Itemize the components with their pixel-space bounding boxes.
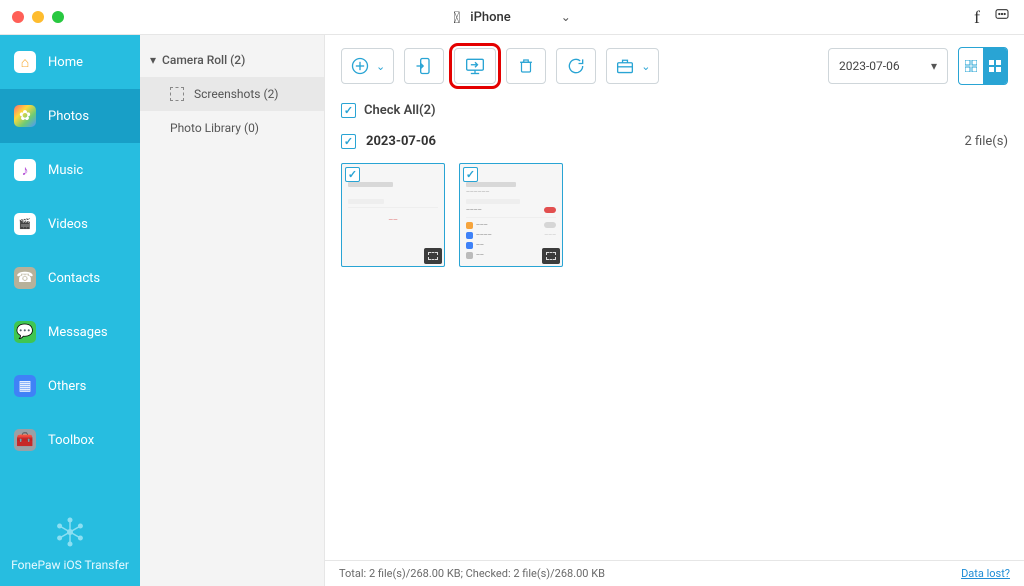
chevron-down-icon: ⌄ (376, 60, 385, 73)
brand-footer: FonePaw iOS Transfer (0, 512, 140, 586)
checkbox-icon[interactable]: ✓ (345, 167, 360, 182)
export-phone-icon (414, 56, 434, 76)
chevron-down-icon: ▾ (150, 53, 156, 67)
album-camera-roll[interactable]: ▾ Camera Roll (2) (140, 43, 324, 77)
sidebar-item-label: Home (48, 55, 83, 70)
chevron-down-icon: ⌄ (561, 10, 571, 24)
group-count: 2 file(s) (965, 134, 1008, 149)
sidebar-item-label: Toolbox (48, 433, 94, 448)
delete-button[interactable] (506, 48, 546, 84)
others-icon: ▦ (14, 375, 36, 397)
apple-logo-icon:  (453, 8, 460, 27)
checkbox-icon[interactable]: ✓ (463, 167, 478, 182)
music-icon: ♪ (14, 159, 36, 181)
export-to-pc-button[interactable] (454, 48, 496, 84)
brand-logo-icon (50, 512, 90, 552)
screenshot-icon (170, 87, 184, 101)
album-label: Screenshots (2) (194, 87, 279, 101)
status-bar: Total: 2 file(s)/268.00 KB; Checked: 2 f… (325, 560, 1024, 586)
device-picker[interactable]:  iPhone ⌄ (442, 4, 582, 31)
date-filter[interactable]: 2023-07-06 ▾ (828, 48, 948, 84)
trash-icon (517, 56, 535, 76)
home-icon: ⌂ (14, 51, 36, 73)
check-all-row[interactable]: ✓ Check All(2) (325, 97, 1024, 128)
screenshot-badge-icon (424, 248, 442, 264)
sidebar-item-others[interactable]: ▦ Others (0, 359, 140, 413)
photos-icon: ✿ (14, 105, 36, 127)
sidebar-item-contacts[interactable]: ☎ Contacts (0, 251, 140, 305)
view-list-button[interactable] (959, 48, 983, 84)
check-all-label: Check All(2) (364, 103, 436, 118)
sidebar-item-messages[interactable]: 💬 Messages (0, 305, 140, 359)
thumbnail-item[interactable]: ✓ —————— ———— ——— ——————— —— —— (459, 163, 563, 267)
grid-large-icon (989, 60, 1001, 72)
view-grid-button[interactable] (983, 48, 1007, 84)
screenshot-badge-icon (542, 248, 560, 264)
view-toggle (958, 47, 1008, 85)
toolbox-icon: 🧰 (14, 429, 36, 451)
date-group-header: ✓ 2023-07-06 2 file(s) (325, 128, 1024, 155)
sidebar-item-label: Messages (48, 325, 108, 340)
fullscreen-window-button[interactable] (52, 11, 64, 23)
export-to-phone-button[interactable] (404, 48, 444, 84)
sidebar-item-label: Photos (48, 109, 89, 124)
sidebar-item-label: Others (48, 379, 86, 394)
grid-small-icon (965, 60, 977, 72)
minimize-window-button[interactable] (32, 11, 44, 23)
plus-circle-icon (350, 56, 370, 76)
brand-name: FonePaw iOS Transfer (11, 558, 129, 572)
sidebar-item-home[interactable]: ⌂ Home (0, 35, 140, 89)
thumbnail-grid: ✓ —— ✓ —————— ———— ——— (325, 155, 1024, 275)
feedback-icon[interactable] (994, 7, 1010, 28)
checkbox-icon[interactable]: ✓ (341, 134, 356, 149)
checkbox-icon[interactable]: ✓ (341, 103, 356, 118)
sidebar-item-label: Contacts (48, 271, 100, 286)
messages-icon: 💬 (14, 321, 36, 343)
toolbar: ⌄ ⌄ 2023-07-06 ▾ (325, 35, 1024, 97)
data-lost-link[interactable]: Data lost? (961, 567, 1010, 580)
chevron-down-icon: ⌄ (641, 60, 650, 73)
album-sidebar: ▾ Camera Roll (2) Screenshots (2) Photo … (140, 35, 325, 586)
export-pc-icon (463, 56, 487, 76)
status-text: Total: 2 file(s)/268.00 KB; Checked: 2 f… (339, 567, 605, 580)
add-button[interactable]: ⌄ (341, 48, 394, 84)
briefcase-icon (615, 57, 635, 75)
sidebar-nav: ⌂ Home ✿ Photos ♪ Music 🎬 Videos ☎ Conta… (0, 35, 140, 586)
sidebar-item-videos[interactable]: 🎬 Videos (0, 197, 140, 251)
window-controls (12, 11, 64, 23)
thumbnail-item[interactable]: ✓ —— (341, 163, 445, 267)
group-date: 2023-07-06 (366, 134, 436, 149)
album-photo-library[interactable]: Photo Library (0) (140, 111, 324, 145)
facebook-icon[interactable]: f (974, 7, 980, 28)
sidebar-item-toolbox[interactable]: 🧰 Toolbox (0, 413, 140, 467)
date-value: 2023-07-06 (839, 59, 900, 73)
album-screenshots[interactable]: Screenshots (2) (140, 77, 324, 111)
sidebar-item-label: Videos (48, 217, 88, 232)
title-bar:  iPhone ⌄ f (0, 0, 1024, 35)
sidebar-item-music[interactable]: ♪ Music (0, 143, 140, 197)
contacts-icon: ☎ (14, 267, 36, 289)
close-window-button[interactable] (12, 11, 24, 23)
videos-icon: 🎬 (14, 213, 36, 235)
toolbox-button[interactable]: ⌄ (606, 48, 659, 84)
main-panel: ⌄ ⌄ 2023-07-06 ▾ (325, 35, 1024, 586)
album-label: Photo Library (0) (170, 121, 259, 135)
chevron-down-icon: ▾ (931, 59, 937, 73)
refresh-icon (566, 56, 586, 76)
sidebar-item-label: Music (48, 163, 83, 178)
device-name: iPhone (470, 10, 510, 25)
refresh-button[interactable] (556, 48, 596, 84)
album-label: Camera Roll (2) (162, 53, 245, 67)
sidebar-item-photos[interactable]: ✿ Photos (0, 89, 140, 143)
